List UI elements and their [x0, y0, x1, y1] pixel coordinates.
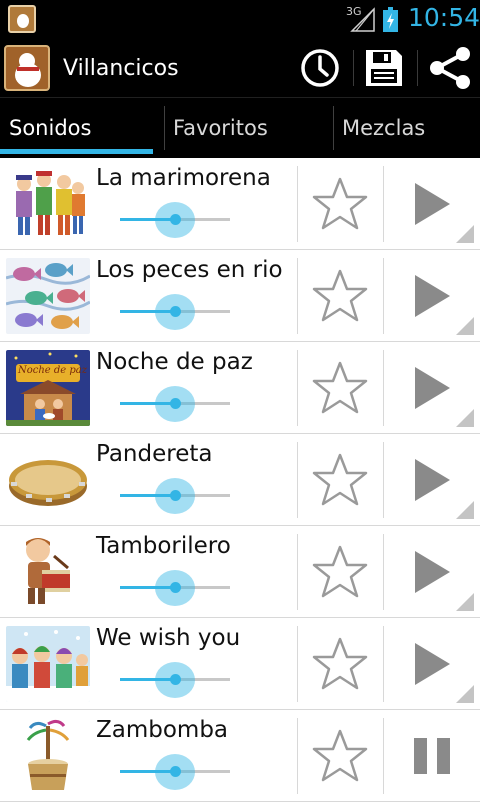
save-button[interactable]	[354, 38, 414, 98]
battery-charging-icon	[383, 7, 398, 32]
notification-app-icon	[8, 5, 36, 33]
history-clock-icon	[301, 49, 339, 87]
share-icon	[430, 47, 470, 89]
row-divider	[297, 442, 298, 518]
tab-sonidos[interactable]: Sonidos	[0, 98, 163, 158]
sound-title: Pandereta	[96, 441, 213, 467]
share-button[interactable]	[420, 38, 480, 98]
corner-indicator	[456, 317, 474, 335]
action-bar: Villancicos	[0, 38, 480, 98]
nativity-thumbnail: Noche de paz	[6, 350, 90, 426]
list-item: We wish you	[0, 618, 480, 710]
pause-button[interactable]	[384, 710, 480, 802]
winter-children-thumbnail	[6, 626, 90, 702]
tab-favoritos[interactable]: Favoritos	[165, 98, 333, 158]
list-item: La marimorena	[0, 158, 480, 250]
volume-slider[interactable]	[120, 754, 232, 790]
corner-indicator	[456, 685, 474, 703]
pause-icon	[414, 738, 450, 774]
sound-title: Zambomba	[96, 717, 229, 743]
volume-slider[interactable]	[120, 386, 232, 422]
app-title: Villancicos	[63, 56, 179, 81]
list-item: Los peces en rio	[0, 250, 480, 342]
sound-title: Noche de paz	[96, 349, 253, 375]
tambourine-thumbnail	[6, 442, 90, 518]
list-item: Noche de paz Noche de paz	[0, 342, 480, 434]
sound-title: We wish you	[96, 625, 241, 651]
volume-slider[interactable]	[120, 478, 232, 514]
volume-slider[interactable]	[120, 662, 232, 698]
star-outline-icon	[312, 637, 368, 690]
favorite-button[interactable]	[300, 250, 380, 342]
tab-label: Favoritos	[173, 116, 268, 140]
play-icon	[415, 183, 450, 225]
tab-label: Mezclas	[342, 116, 426, 140]
signal-icon: 3G	[346, 5, 376, 33]
sound-title: Los peces en rio	[96, 257, 283, 283]
fish-thumbnail	[6, 258, 90, 334]
row-divider	[297, 718, 298, 794]
network-type: 3G	[346, 5, 362, 18]
zambomba-thumbnail	[6, 718, 90, 794]
tab-active-indicator	[0, 149, 153, 154]
volume-slider[interactable]	[120, 202, 232, 238]
star-outline-icon	[312, 177, 368, 230]
tab-label: Sonidos	[9, 116, 92, 140]
favorite-button[interactable]	[300, 434, 380, 526]
corner-indicator	[456, 593, 474, 611]
app-logo[interactable]	[4, 45, 50, 91]
row-divider	[297, 166, 298, 242]
carolers-thumbnail	[6, 166, 90, 242]
history-button[interactable]	[290, 38, 350, 98]
corner-indicator	[456, 409, 474, 427]
favorite-button[interactable]	[300, 710, 380, 802]
favorite-button[interactable]	[300, 618, 380, 710]
sound-title: La marimorena	[96, 165, 271, 191]
play-icon	[415, 551, 450, 593]
list-item: Zambomba	[0, 710, 480, 802]
list-item: Tamborilero	[0, 526, 480, 618]
status-bar: 3G 10:54	[0, 0, 480, 38]
play-icon	[415, 275, 450, 317]
row-divider	[297, 350, 298, 426]
thumbnail-caption: Noche de paz	[18, 365, 88, 376]
sound-title: Tamborilero	[96, 533, 231, 559]
row-divider	[297, 534, 298, 610]
action-divider	[417, 50, 418, 86]
row-divider	[297, 626, 298, 702]
corner-indicator	[456, 225, 474, 243]
play-icon	[415, 643, 450, 685]
sound-list: La marimorena Los peces en rio Noche de …	[0, 158, 480, 802]
star-outline-icon	[312, 729, 368, 782]
tab-bar: Sonidos Favoritos Mezclas	[0, 98, 480, 158]
star-outline-icon	[312, 545, 368, 598]
play-icon	[415, 367, 450, 409]
save-floppy-icon	[366, 50, 402, 86]
star-outline-icon	[312, 453, 368, 506]
list-item: Pandereta	[0, 434, 480, 526]
favorite-button[interactable]	[300, 158, 380, 250]
star-outline-icon	[312, 269, 368, 322]
favorite-button[interactable]	[300, 526, 380, 618]
volume-slider[interactable]	[120, 294, 232, 330]
star-outline-icon	[312, 361, 368, 414]
volume-slider[interactable]	[120, 570, 232, 606]
drummer-boy-thumbnail	[6, 534, 90, 610]
play-icon	[415, 459, 450, 501]
clock: 10:54	[408, 3, 480, 32]
tab-mezclas[interactable]: Mezclas	[334, 98, 480, 158]
row-divider	[297, 258, 298, 334]
corner-indicator	[456, 501, 474, 519]
favorite-button[interactable]	[300, 342, 380, 434]
